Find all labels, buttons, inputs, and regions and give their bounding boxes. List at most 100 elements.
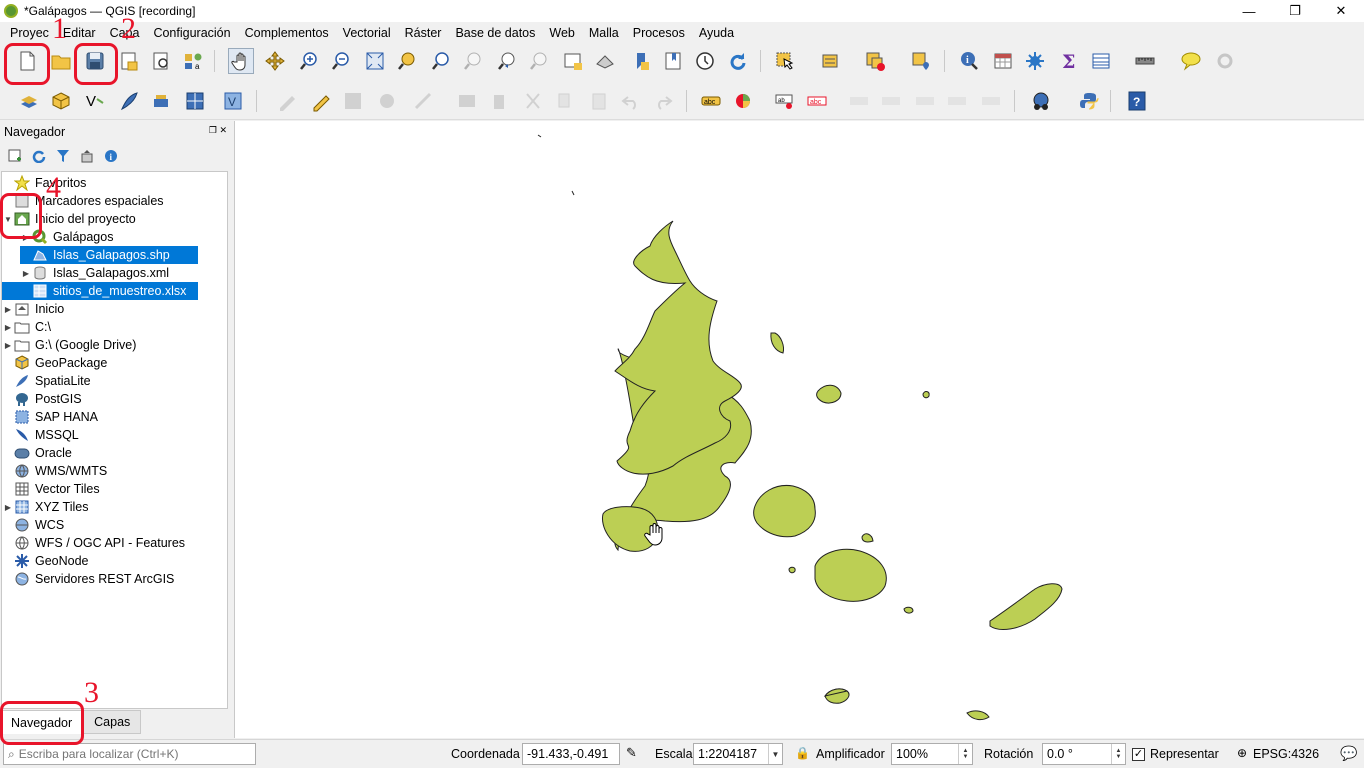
coordinate-toggle-icon[interactable]: ✎ xyxy=(626,745,637,761)
messages-icon[interactable]: 💬 xyxy=(1340,745,1357,762)
tree-item-vector-tiles[interactable]: Vector Tiles xyxy=(2,480,227,498)
map-canvas[interactable] xyxy=(234,121,1364,738)
zoom-to-selection-icon[interactable] xyxy=(394,48,420,74)
field-calculator-icon[interactable] xyxy=(1022,48,1048,74)
locator-search[interactable]: ⌕ xyxy=(3,743,256,765)
new-geopackage-layer-icon[interactable] xyxy=(48,88,74,114)
menu-vectorial[interactable]: Vectorial xyxy=(339,26,395,40)
maximize-button[interactable]: ❐ xyxy=(1272,0,1318,22)
tree-item-wms-wmts[interactable]: WMS/WMTS xyxy=(2,462,227,480)
pan-to-selection-icon[interactable] xyxy=(262,48,288,74)
minimize-button[interactable]: — xyxy=(1226,0,1272,22)
zoom-out-icon[interactable] xyxy=(328,48,354,74)
spin-arrows-icon[interactable]: ▲ ▼ xyxy=(958,744,972,764)
tree-item-wfs[interactable]: WFS / OGC API - Features xyxy=(2,534,227,552)
scale-combo[interactable]: 1:2204187 ▼ xyxy=(693,743,783,765)
zoom-next-icon[interactable] xyxy=(526,48,552,74)
expand-arrow-icon[interactable]: ▶ xyxy=(2,323,14,332)
python-console-icon[interactable] xyxy=(1076,88,1102,114)
label-change-icon[interactable] xyxy=(912,88,938,114)
paste-features-icon[interactable] xyxy=(586,88,612,114)
menu-ayuda[interactable]: Ayuda xyxy=(695,26,738,40)
new-virtual-layer-icon[interactable] xyxy=(182,88,208,114)
open-project-icon[interactable] xyxy=(48,48,74,74)
map-tips-icon[interactable] xyxy=(1178,48,1204,74)
expand-arrow-icon[interactable]: ▶ xyxy=(2,341,14,350)
tree-item-g-drive[interactable]: ▶ G:\ (Google Drive) xyxy=(2,336,227,354)
select-by-location-icon[interactable] xyxy=(908,48,934,74)
open-table-icon[interactable] xyxy=(1088,48,1114,74)
menu-malla[interactable]: Malla xyxy=(585,26,623,40)
collapse-all-icon[interactable] xyxy=(78,147,96,165)
virtual-layer-icon[interactable]: V xyxy=(220,88,246,114)
properties-icon[interactable]: i xyxy=(102,147,120,165)
tree-item-islas-xml[interactable]: ▶ Islas_Galapagos.xml xyxy=(20,264,200,282)
label-move-icon[interactable] xyxy=(846,88,872,114)
zoom-to-layer-icon[interactable] xyxy=(428,48,454,74)
new-spatialite-layer-icon[interactable] xyxy=(116,88,142,114)
layout-manager-icon[interactable] xyxy=(148,48,174,74)
expand-arrow-icon[interactable]: ▶ xyxy=(2,305,14,314)
tree-item-islas-shp[interactable]: Islas_Galapagos.shp xyxy=(20,246,198,264)
show-bookmarks-icon[interactable] xyxy=(660,48,686,74)
tree-item-c-drive[interactable]: ▶ C:\ xyxy=(2,318,227,336)
expand-arrow-icon[interactable]: ▶ xyxy=(20,269,32,278)
tree-item-spatialite[interactable]: SpatiaLite xyxy=(2,372,227,390)
current-edits-icon[interactable] xyxy=(274,88,300,114)
redo-icon[interactable] xyxy=(650,88,676,114)
menu-configuracion[interactable]: Configuración xyxy=(149,26,234,40)
tree-item-sap-hana[interactable]: SAP HANA xyxy=(2,408,227,426)
tree-item-geopackage[interactable]: GeoPackage xyxy=(2,354,227,372)
data-source-manager-icon[interactable] xyxy=(16,88,42,114)
tree-item-inicio[interactable]: ▶ Inicio xyxy=(2,300,227,318)
tree-item-mssql[interactable]: MSSQL xyxy=(2,426,227,444)
measure-line-icon[interactable] xyxy=(1132,48,1158,74)
cut-features-icon[interactable] xyxy=(520,88,546,114)
menu-procesos[interactable]: Procesos xyxy=(629,26,689,40)
layer-labeling-icon[interactable]: abc xyxy=(698,88,724,114)
coordinate-field[interactable]: -91.433,-0.491 xyxy=(522,743,620,765)
deselect-features-icon[interactable] xyxy=(862,48,888,74)
menu-complementos[interactable]: Complementos xyxy=(241,26,333,40)
tree-item-favoritos[interactable]: Favoritos xyxy=(2,174,227,192)
statistics-summary-icon[interactable]: Σ xyxy=(1056,48,1082,74)
tree-item-oracle[interactable]: Oracle xyxy=(2,444,227,462)
tree-item-galapagos-project[interactable]: ▶ Galápagos xyxy=(20,228,200,246)
zoom-native-icon[interactable] xyxy=(460,48,486,74)
chevron-down-icon[interactable]: ▼ xyxy=(768,744,782,764)
tree-item-wcs[interactable]: WCS xyxy=(2,516,227,534)
locator-input[interactable] xyxy=(18,747,239,761)
new-bookmark-icon[interactable] xyxy=(628,48,654,74)
identify-features-icon[interactable]: i xyxy=(956,48,982,74)
select-features-icon[interactable] xyxy=(772,48,798,74)
pan-map-icon[interactable] xyxy=(228,48,254,74)
attribute-table-icon[interactable] xyxy=(990,48,1016,74)
add-feature-icon[interactable] xyxy=(374,88,400,114)
layer-diagram-icon[interactable] xyxy=(730,88,756,114)
toggle-editing-icon[interactable] xyxy=(308,88,334,114)
label-highlight-icon[interactable] xyxy=(978,88,1004,114)
tree-item-postgis[interactable]: PostGIS xyxy=(2,390,227,408)
new-map-view-icon[interactable] xyxy=(560,48,586,74)
rotation-spinbox[interactable]: 0.0 ° ▲ ▼ xyxy=(1042,743,1126,765)
zoom-in-icon[interactable] xyxy=(296,48,322,74)
new-3d-view-icon[interactable] xyxy=(592,48,618,74)
spin-arrows-icon[interactable]: ▲ ▼ xyxy=(1111,744,1125,764)
annotation-settings-icon[interactable] xyxy=(1212,48,1238,74)
undo-icon[interactable] xyxy=(618,88,644,114)
label-rotate-icon[interactable] xyxy=(878,88,904,114)
select-by-value-icon[interactable] xyxy=(818,48,844,74)
tree-item-sitios-xlsx[interactable]: sitios_de_muestreo.xlsx xyxy=(2,282,198,300)
panel-float-close-icon[interactable]: ❐ ✕ xyxy=(209,125,227,136)
expand-arrow-icon[interactable]: ▶ xyxy=(2,503,14,512)
tree-item-xyz-tiles[interactable]: ▶ XYZ Tiles xyxy=(2,498,227,516)
vertex-tool-icon[interactable] xyxy=(410,88,436,114)
delete-selected-icon[interactable] xyxy=(486,88,512,114)
quickmapservices-icon[interactable] xyxy=(1028,88,1054,114)
magnifier-spinbox[interactable]: 100% ▲ ▼ xyxy=(891,743,973,765)
lock-scale-icon[interactable]: 🔒 xyxy=(795,746,810,760)
refresh-browser-icon[interactable] xyxy=(30,147,48,165)
crs-button[interactable]: EPSG:4326 xyxy=(1253,747,1319,761)
menu-raster[interactable]: Ráster xyxy=(401,26,446,40)
menu-web[interactable]: Web xyxy=(545,26,578,40)
